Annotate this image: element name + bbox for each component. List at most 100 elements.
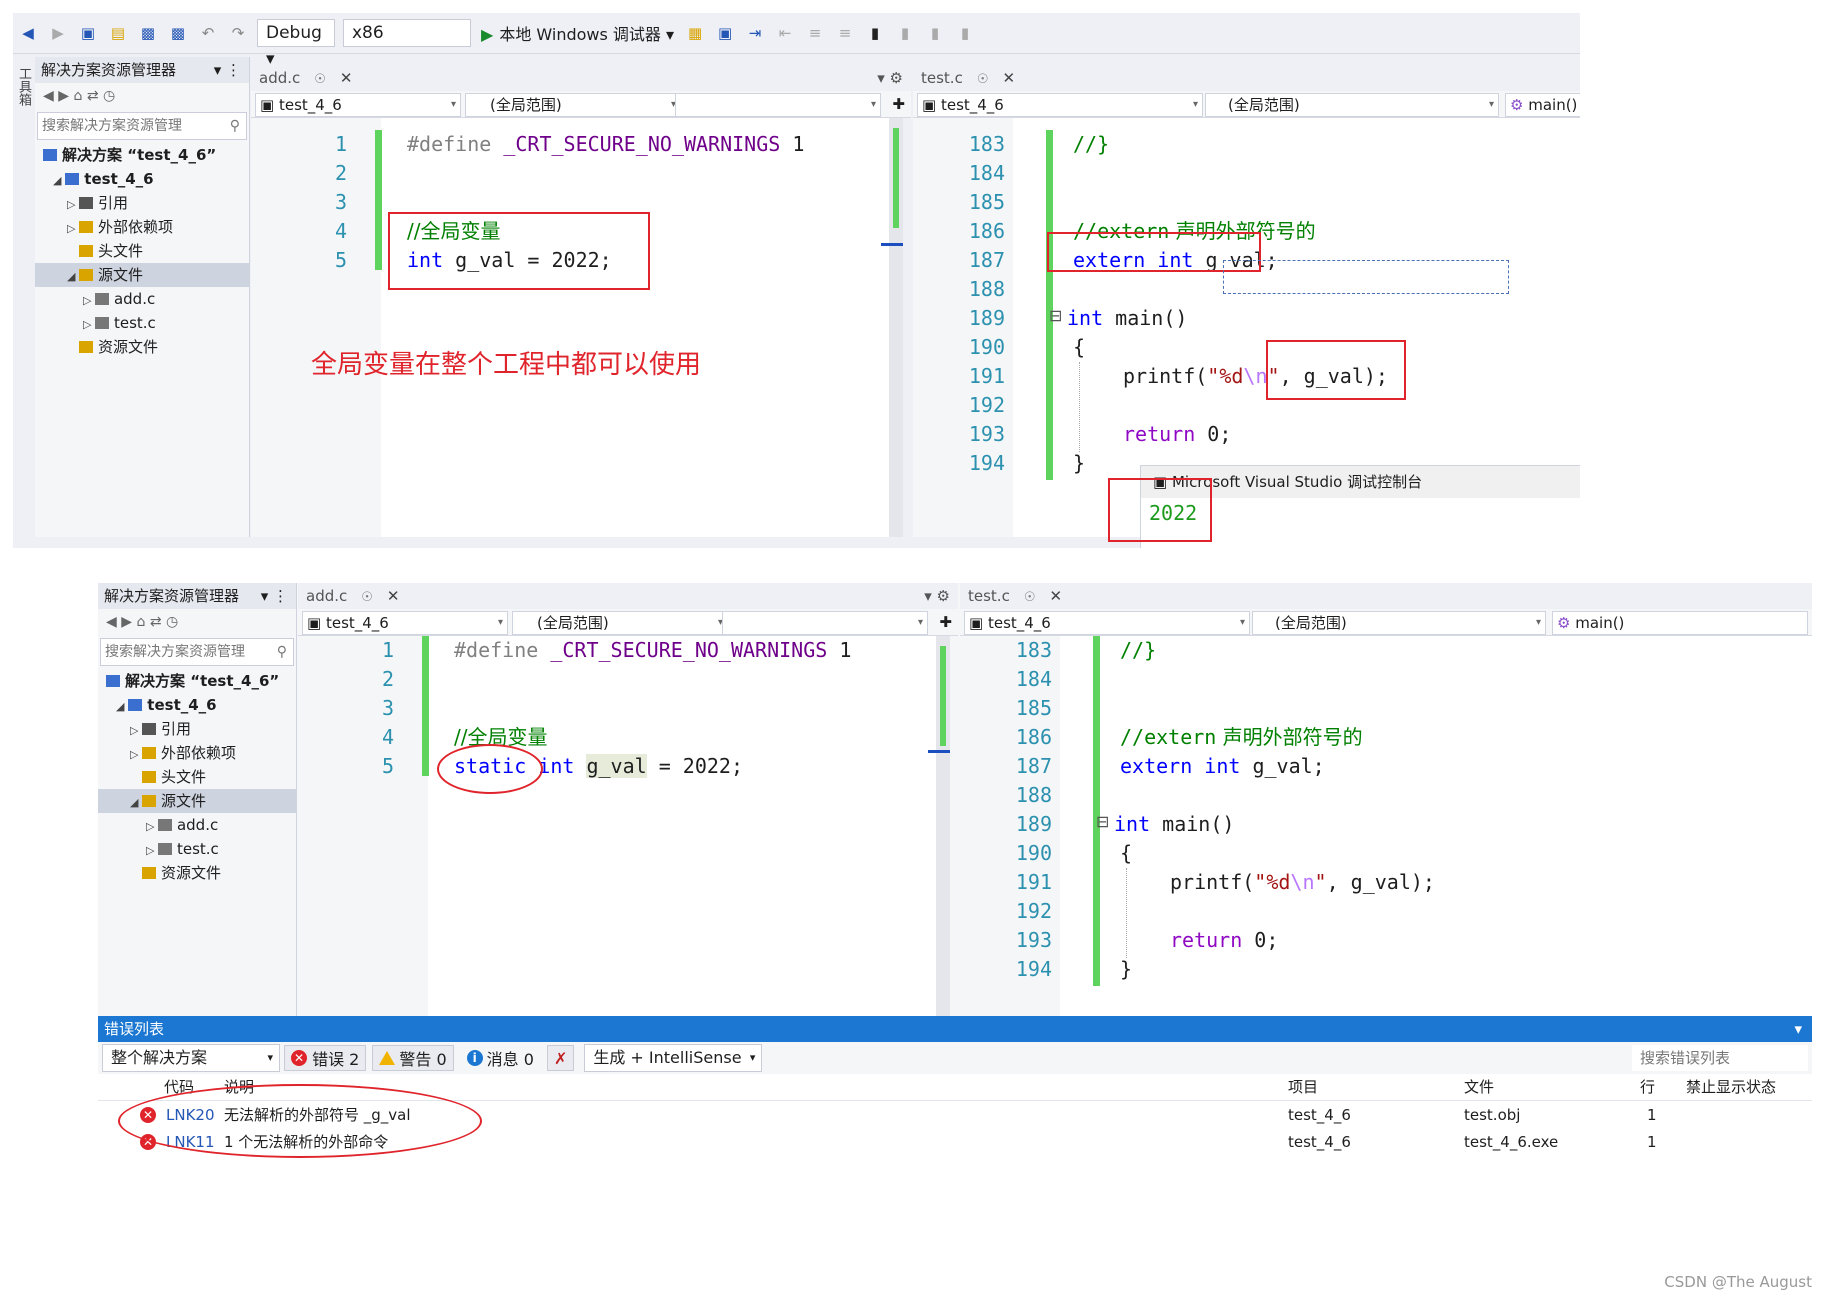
tree-item[interactable]: ▷ test.c <box>98 837 296 861</box>
tree-item[interactable]: ▷ 引用 <box>98 717 296 741</box>
tab-test-c[interactable]: test.c ☉ ✕ <box>913 65 1023 91</box>
member-combo[interactable]: ▾ <box>675 93 881 117</box>
project-combo[interactable]: ▣ test_4_6 ▾ <box>255 93 461 117</box>
tree-item[interactable]: ▷ 外部依赖项 <box>98 741 296 765</box>
sync-icon[interactable]: ⇄ <box>150 614 162 630</box>
tree-item[interactable]: ◢ 源文件 <box>98 789 296 813</box>
tree-item[interactable]: 资源文件 <box>98 861 296 885</box>
run-debugger-button[interactable]: ▶ 本地 Windows 调试器 ▾ <box>481 21 674 45</box>
warnings-filter-button[interactable]: 警告 0 <box>372 1045 454 1071</box>
tree-item[interactable]: ▷ add.c <box>35 287 249 311</box>
indent-icon[interactable]: ⇤ <box>774 22 796 44</box>
new-project-icon[interactable]: ▣ <box>77 22 99 44</box>
tab-test-c[interactable]: test.c ☉ ✕ <box>960 583 1070 609</box>
error-column-header[interactable]: 项目 <box>1288 1074 1318 1100</box>
split-icon[interactable]: ✚ <box>939 609 952 635</box>
tree-item[interactable]: 解决方案 “test_4_6” <box>35 143 249 167</box>
back-icon[interactable]: ◀ <box>43 88 54 104</box>
pin-icon[interactable]: ▾ ⋮ <box>214 57 241 83</box>
back-icon[interactable]: ◀ <box>106 614 117 630</box>
split-icon[interactable]: ✚ <box>892 91 905 117</box>
history-icon[interactable]: ◷ <box>103 88 115 104</box>
project-combo[interactable]: ▣ test_4_6 ▾ <box>964 611 1250 635</box>
home-icon[interactable]: ⌂ <box>73 88 82 104</box>
expand-arrow-icon[interactable]: ◢ <box>116 700 128 713</box>
collapse-icon[interactable]: ⊟ <box>1096 812 1109 831</box>
close-icon[interactable]: ✕ <box>387 587 400 605</box>
save-icon[interactable]: ▩ <box>137 22 159 44</box>
clear-bookmark-icon[interactable]: ▮ <box>954 22 976 44</box>
toolbox-side-tab[interactable]: 工具箱 <box>13 57 33 547</box>
tree-item[interactable]: 头文件 <box>35 239 249 263</box>
tree-item[interactable]: ▷ test.c <box>35 311 249 335</box>
close-icon[interactable]: ✕ <box>340 69 353 87</box>
errors-filter-button[interactable]: ✕ 错误 2 <box>284 1045 367 1071</box>
scope-combo[interactable]: (全局范围) ▾ <box>465 93 681 117</box>
history-icon[interactable]: ◷ <box>166 614 178 630</box>
pin-icon[interactable]: ▾ ⋮ <box>261 583 288 609</box>
scope-combo[interactable]: (全局范围) ▾ <box>512 611 728 635</box>
error-search-input[interactable]: 搜索错误列表 <box>1632 1045 1808 1071</box>
filter-icon[interactable]: ✗ <box>546 1045 575 1071</box>
expand-arrow-icon[interactable]: ▷ <box>67 198 79 211</box>
expand-arrow-icon[interactable]: ◢ <box>67 270 79 283</box>
expand-arrow-icon[interactable]: ▷ <box>130 724 142 737</box>
save-all-icon[interactable]: ▩ <box>167 22 189 44</box>
collapse-icon[interactable]: ⊟ <box>1049 306 1062 325</box>
browse-icon[interactable]: ▦ <box>684 22 706 44</box>
home-icon[interactable]: ⌂ <box>136 614 145 630</box>
tree-item[interactable]: ▷ add.c <box>98 813 296 837</box>
expand-arrow-icon[interactable]: ◢ <box>53 174 65 187</box>
add-c-editor[interactable]: 12345 #define _CRT_SECURE_NO_WARNINGS 1 … <box>298 636 950 1016</box>
function-combo[interactable]: ⚙ main() <box>1552 611 1808 635</box>
redo-icon[interactable]: ↷ <box>227 22 249 44</box>
step-icon[interactable]: ⇥ <box>744 22 766 44</box>
expand-arrow-icon[interactable]: ◢ <box>130 796 142 809</box>
back-icon[interactable]: ◀ <box>17 22 39 44</box>
gear-icon[interactable]: ▾ ⚙ <box>877 65 903 91</box>
sync-icon[interactable]: ⇄ <box>87 88 99 104</box>
tree-item[interactable]: ◢ test_4_6 <box>35 167 249 191</box>
close-icon[interactable]: ✕ <box>1049 587 1062 605</box>
platform-combo[interactable]: x86 <box>343 19 471 47</box>
test-c-editor[interactable]: 183 184 185 186 187 188 189 190 191 192 193 194 //}… <box>960 636 1812 1016</box>
pin-icon[interactable]: ☉ <box>361 590 373 605</box>
camera-icon[interactable]: ▣ <box>714 22 736 44</box>
tree-item[interactable]: 头文件 <box>98 765 296 789</box>
pin-icon[interactable]: ☉ <box>314 72 326 87</box>
tab-add-c[interactable]: add.c ☉ ✕ <box>298 583 407 609</box>
member-combo[interactable]: ▾ <box>722 611 928 635</box>
scroll-thumb[interactable] <box>940 646 946 746</box>
error-column-header[interactable]: 文件 <box>1464 1074 1494 1100</box>
tree-item[interactable]: ◢ 源文件 <box>35 263 249 287</box>
project-combo[interactable]: ▣ test_4_6 ▾ <box>302 611 508 635</box>
close-icon[interactable]: ✕ <box>1002 69 1015 87</box>
forward-icon[interactable]: ▶ <box>47 22 69 44</box>
add-c-editor[interactable]: 12345 #define _CRT_SECURE_NO_WARNINGS 1 … <box>251 118 903 537</box>
solution-search-input[interactable]: 搜索解决方案资源管理 ⚲ <box>100 638 294 666</box>
pin-icon[interactable]: ☉ <box>977 72 989 87</box>
expand-arrow-icon[interactable]: ▷ <box>83 318 95 331</box>
search-icon[interactable]: ⚲ <box>230 113 240 139</box>
next-bookmark-icon[interactable]: ▮ <box>924 22 946 44</box>
error-column-header[interactable]: 行 <box>1640 1074 1655 1100</box>
gear-icon[interactable]: ▾ ⚙ <box>924 583 950 609</box>
search-icon[interactable]: ⚲ <box>277 639 287 665</box>
expand-arrow-icon[interactable]: ▷ <box>83 294 95 307</box>
tree-item[interactable]: ◢ test_4_6 <box>98 693 296 717</box>
scope-combo[interactable]: (全局范围) ▾ <box>1252 611 1546 635</box>
solution-search-input[interactable]: 搜索解决方案资源管理 ⚲ <box>37 112 247 140</box>
prev-bookmark-icon[interactable]: ▮ <box>894 22 916 44</box>
forward-icon[interactable]: ▶ <box>121 614 132 630</box>
pin-icon[interactable]: ☉ <box>1024 590 1036 605</box>
uncomment-icon[interactable]: ≡ <box>834 22 856 44</box>
bookmark-icon[interactable]: ▮ <box>864 22 886 44</box>
expand-arrow-icon[interactable]: ▷ <box>130 748 142 761</box>
tree-item[interactable]: ▷ 外部依赖项 <box>35 215 249 239</box>
expand-arrow-icon[interactable]: ▷ <box>146 844 158 857</box>
undo-icon[interactable]: ↶ <box>197 22 219 44</box>
expand-arrow-icon[interactable]: ▷ <box>146 820 158 833</box>
tab-add-c[interactable]: add.c ☉ ✕ <box>251 65 360 91</box>
build-filter-combo[interactable]: 生成 + IntelliSense ▾ <box>584 1044 763 1072</box>
tree-item[interactable]: 资源文件 <box>35 335 249 359</box>
